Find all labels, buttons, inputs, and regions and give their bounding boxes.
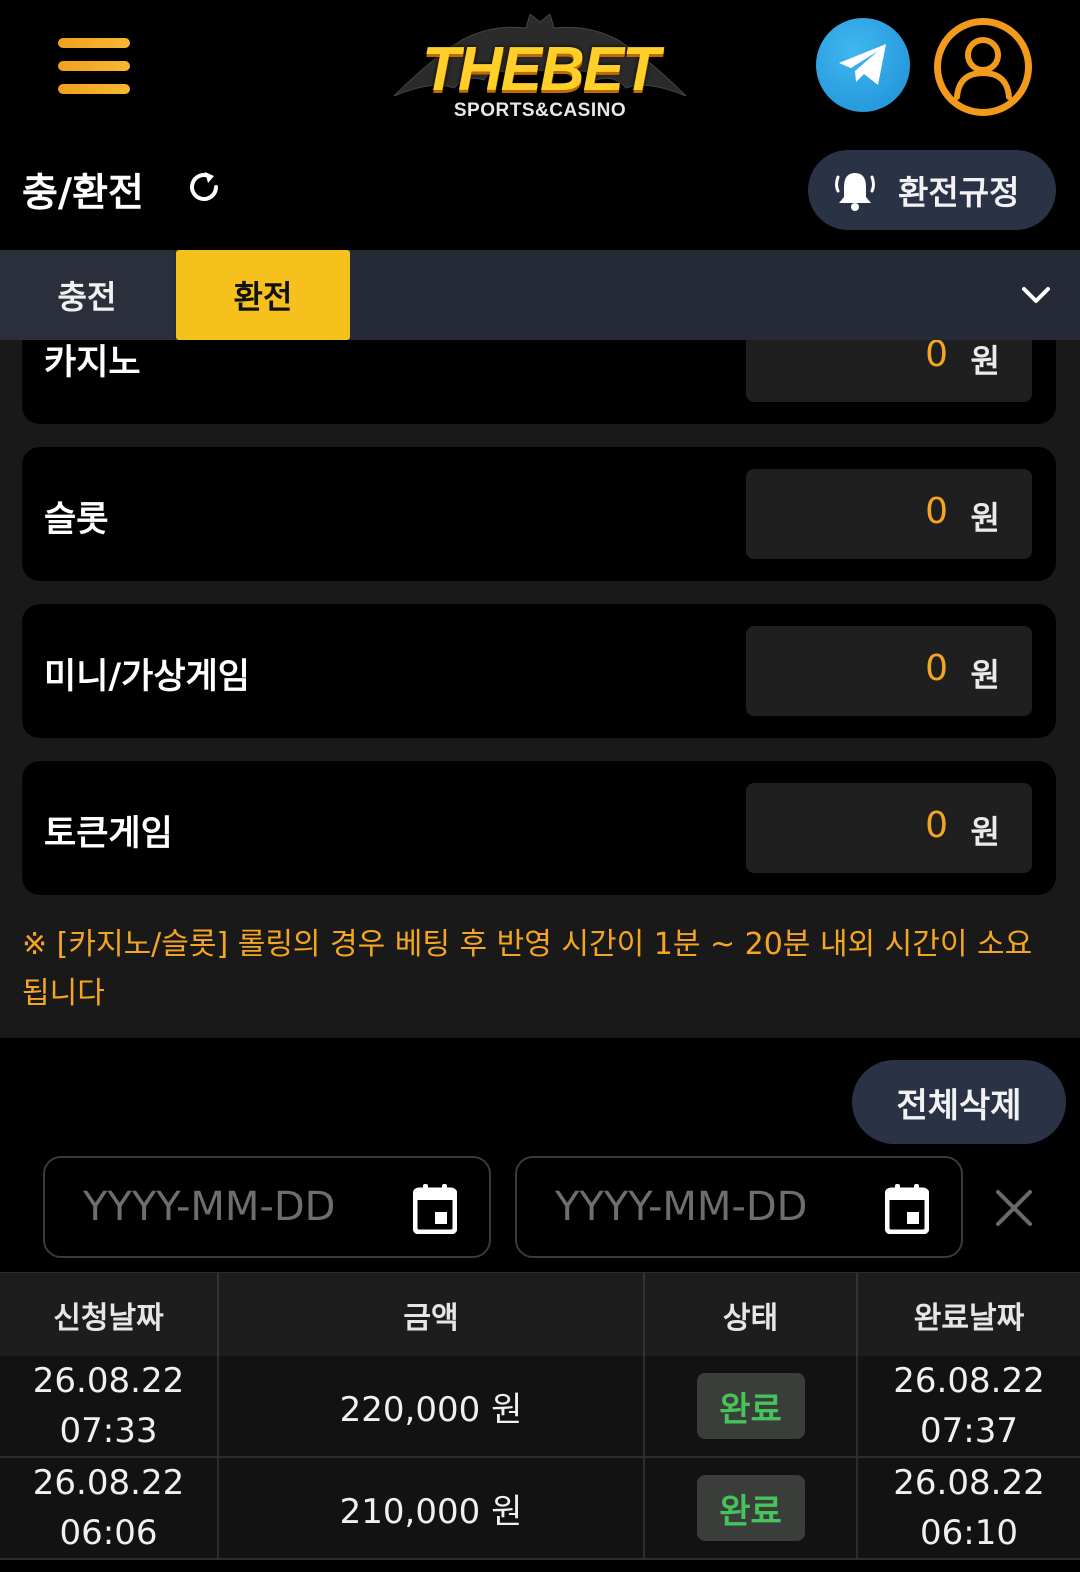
exchange-history-table: 신청날짜 금액 상태 완료날짜 26.08.22 07:33 220,000 원… — [0, 1272, 1080, 1560]
chevron-down-icon[interactable] — [1018, 280, 1054, 310]
rolling-section: 카지노 0 원 슬롯 0 원 미니/가상게임 0 원 토큰게임 0 원 ※ [카… — [0, 340, 1080, 1038]
request-date: 26.08.22 — [32, 1463, 185, 1503]
rolling-amount-value: 0 — [925, 340, 948, 375]
column-header-request-date: 신청날짜 — [0, 1273, 219, 1356]
status-badge: 완료 — [696, 1373, 805, 1439]
delete-all-button[interactable]: 전체삭제 — [852, 1060, 1066, 1144]
rolling-amount-box: 0 원 — [746, 783, 1032, 873]
rolling-amount-value: 0 — [925, 648, 948, 689]
rolling-card-label: 슬롯 — [44, 500, 109, 540]
column-header-amount: 금액 — [219, 1273, 645, 1356]
rolling-notice: ※ [카지노/슬롯] 롤링의 경우 베팅 후 반영 시간이 1분 ~ 20분 내… — [22, 927, 1033, 1011]
table-row: 26.08.22 06:06 210,000 원 완료 26.08.22 06:… — [0, 1458, 1080, 1560]
complete-time: 06:10 — [920, 1513, 1018, 1553]
complete-date: 26.08.22 — [893, 1463, 1045, 1503]
request-datetime: 26.08.22 06:06 — [0, 1458, 219, 1558]
rolling-amount-box: 0 원 — [746, 626, 1032, 716]
rolling-amount-box: 0 원 — [746, 340, 1032, 402]
site-logo[interactable]: THEBET SPORTS&CASINO — [392, 13, 688, 126]
status-badge: 완료 — [696, 1475, 805, 1541]
request-time: 07:33 — [59, 1411, 158, 1451]
request-time: 06:06 — [59, 1513, 158, 1553]
request-date: 26.08.22 — [32, 1361, 185, 1401]
rolling-card-mini: 미니/가상게임 0 원 — [22, 604, 1056, 738]
complete-datetime: 26.08.22 06:10 — [858, 1458, 1080, 1558]
telegram-icon[interactable] — [816, 18, 910, 112]
exchange-rules-button[interactable]: 환전규정 — [808, 150, 1056, 230]
rolling-amount-value: 0 — [925, 491, 948, 532]
clear-dates-icon[interactable] — [994, 1188, 1034, 1228]
complete-datetime: 26.08.22 07:37 — [858, 1356, 1080, 1456]
calendar-icon[interactable] — [885, 1184, 929, 1234]
rolling-card-label: 토큰게임 — [44, 814, 173, 854]
calendar-icon[interactable] — [413, 1184, 457, 1234]
amount-cell: 220,000 원 — [219, 1356, 645, 1456]
table-header: 신청날짜 금액 상태 완료날짜 — [0, 1272, 1080, 1356]
top-header: THEBET SPORTS&CASINO — [0, 0, 1080, 135]
user-icon[interactable] — [934, 18, 1032, 116]
rolling-amount-unit: 원 — [970, 499, 1000, 537]
logo-main-text: THEBET — [422, 35, 660, 104]
rolling-amount-unit: 원 — [970, 656, 1000, 694]
start-date-placeholder: YYYY-MM-DD — [83, 1184, 336, 1230]
refresh-icon[interactable] — [186, 169, 222, 205]
column-header-status: 상태 — [645, 1273, 858, 1356]
end-date-field[interactable]: YYYY-MM-DD — [515, 1156, 963, 1258]
rolling-card-slot: 슬롯 0 원 — [22, 447, 1056, 581]
tab-bar: 충전 환전 — [0, 250, 1080, 340]
hamburger-icon[interactable] — [58, 38, 130, 94]
tab-charge[interactable]: 충전 — [0, 250, 174, 340]
exchange-rules-label: 환전규정 — [898, 173, 1020, 212]
request-datetime: 26.08.22 07:33 — [0, 1356, 219, 1456]
history-filter: 전체삭제 YYYY-MM-DD YYYY-MM-DD — [0, 1038, 1080, 1272]
rolling-amount-unit: 원 — [970, 813, 1000, 851]
rolling-card-label: 카지노 — [44, 343, 141, 383]
rolling-amount-value: 0 — [925, 805, 948, 846]
start-date-field[interactable]: YYYY-MM-DD — [43, 1156, 491, 1258]
rolling-card-casino: 카지노 0 원 — [22, 340, 1056, 424]
logo-sub-text: SPORTS&CASINO — [453, 100, 627, 121]
rolling-amount-unit: 원 — [970, 342, 1000, 380]
table-row: 26.08.22 07:33 220,000 원 완료 26.08.22 07:… — [0, 1356, 1080, 1458]
tab-exchange[interactable]: 환전 — [176, 250, 350, 340]
end-date-placeholder: YYYY-MM-DD — [555, 1184, 808, 1230]
column-header-complete-date: 완료날짜 — [913, 1300, 1025, 1336]
bell-icon — [835, 173, 875, 211]
status-cell: 완료 — [645, 1458, 858, 1558]
title-bar: 충/환전 환전규정 — [0, 135, 1080, 250]
rolling-amount-box: 0 원 — [746, 469, 1032, 559]
page-title: 충/환전 — [22, 171, 144, 216]
status-cell: 완료 — [645, 1356, 858, 1456]
rolling-card-token: 토큰게임 0 원 — [22, 761, 1056, 895]
complete-time: 07:37 — [920, 1411, 1018, 1451]
complete-date: 26.08.22 — [893, 1361, 1045, 1401]
amount-cell: 210,000 원 — [219, 1458, 645, 1558]
rolling-card-label: 미니/가상게임 — [44, 657, 250, 697]
